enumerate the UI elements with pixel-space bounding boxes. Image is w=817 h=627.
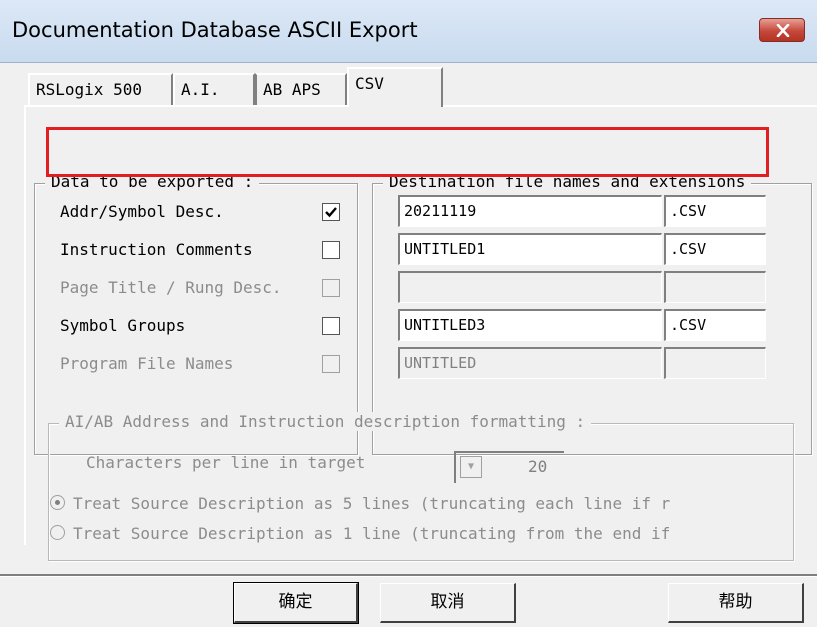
- close-icon: [776, 24, 790, 37]
- symbol-groups-label: Symbol Groups: [60, 316, 186, 335]
- tab-ab-aps[interactable]: AB APS: [255, 73, 347, 105]
- checkmark-icon: [325, 207, 337, 218]
- dropdown-arrow-icon[interactable]: ▼: [460, 456, 482, 478]
- instruction-comments-label: Instruction Comments: [60, 240, 253, 259]
- addr-symbol-checkbox[interactable]: [322, 203, 340, 221]
- dest-ext-field-5[interactable]: [664, 347, 766, 379]
- dest-name-field-3[interactable]: [398, 271, 662, 303]
- window-title: Documentation Database ASCII Export: [12, 18, 418, 42]
- dest-ext-field-1[interactable]: .CSV: [664, 195, 766, 227]
- page-title-rung-checkbox[interactable]: [322, 279, 340, 297]
- dest-name-field-5[interactable]: UNTITLED: [398, 347, 662, 379]
- chars-per-line-spinner[interactable]: ▼ 20: [454, 451, 564, 483]
- program-file-names-label: Program File Names: [60, 354, 234, 373]
- ok-button[interactable]: 确定: [233, 582, 359, 624]
- dialog-body: RSLogix 500 A.I. AB APS CSV Data to be e…: [0, 63, 817, 627]
- help-button[interactable]: 帮助: [668, 583, 804, 623]
- dest-name-field-2[interactable]: UNTITLED1: [398, 233, 662, 265]
- tab-csv[interactable]: CSV: [347, 67, 443, 107]
- data-to-export-title: Data to be exported :: [45, 172, 260, 191]
- tab-ai[interactable]: A.I.: [173, 73, 255, 105]
- dest-ext-field-2[interactable]: .CSV: [664, 233, 766, 265]
- dest-name-field-1[interactable]: 20211119: [398, 195, 662, 227]
- radio-selected-icon: [50, 495, 65, 510]
- title-bar: Documentation Database ASCII Export: [0, 0, 817, 63]
- tab-panel-csv: Data to be exported : Addr/Symbol Desc. …: [24, 105, 817, 561]
- instruction-comments-checkbox[interactable]: [322, 241, 340, 259]
- addr-symbol-label: Addr/Symbol Desc.: [60, 202, 224, 221]
- formatting-title: AI/AB Address and Instruction descriptio…: [59, 412, 592, 431]
- cancel-button[interactable]: 取消: [380, 583, 516, 623]
- panel-divider: [0, 574, 817, 577]
- chars-per-line-label: Characters per line in target: [86, 453, 366, 472]
- radio-unselected-icon: [50, 525, 65, 540]
- chars-per-line-value: 20: [528, 457, 548, 476]
- dest-name-field-4[interactable]: UNTITLED3: [398, 309, 662, 341]
- page-title-rung-label: Page Title / Rung Desc.: [60, 278, 282, 297]
- radio-one-line-label: Treat Source Description as 1 line (trun…: [73, 524, 671, 543]
- close-button[interactable]: [759, 18, 805, 42]
- program-file-names-checkbox[interactable]: [322, 355, 340, 373]
- symbol-groups-checkbox[interactable]: [322, 317, 340, 335]
- radio-five-lines-label: Treat Source Description as 5 lines (tru…: [73, 494, 671, 513]
- radio-five-lines[interactable]: Treat Source Description as 5 lines (tru…: [50, 494, 670, 513]
- dest-ext-field-3[interactable]: [664, 271, 766, 303]
- destination-title: Destination file names and extensions: [383, 172, 752, 191]
- radio-one-line[interactable]: Treat Source Description as 1 line (trun…: [50, 524, 670, 543]
- dest-ext-field-4[interactable]: .CSV: [664, 309, 766, 341]
- tab-rslogix-500[interactable]: RSLogix 500: [28, 73, 173, 105]
